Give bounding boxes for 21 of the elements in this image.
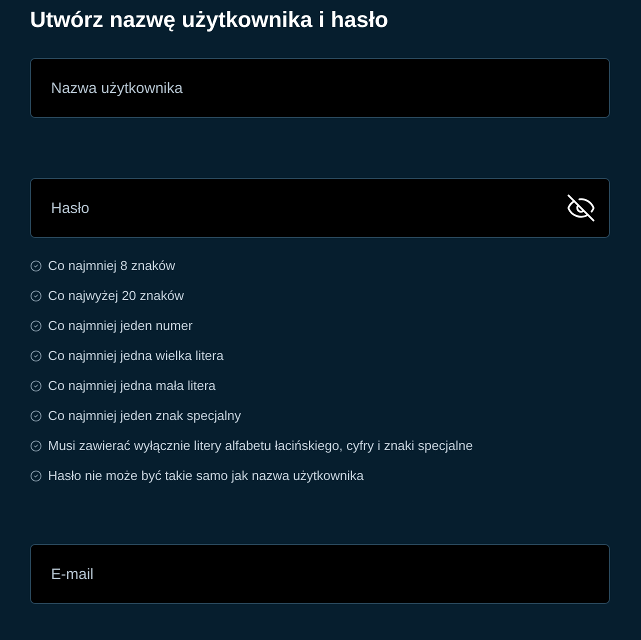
check-circle-icon: [30, 380, 42, 392]
password-rule: Co najwyżej 20 znaków: [48, 287, 184, 306]
hide-password-icon[interactable]: [566, 193, 596, 223]
password-rule: Co najmniej jeden numer: [48, 317, 193, 336]
username-field[interactable]: Nazwa użytkownika: [30, 58, 610, 118]
password-rule: Co najmniej jedna wielka litera: [48, 347, 224, 366]
check-circle-icon: [30, 290, 42, 302]
password-rule: Musi zawierać wyłącznie litery alfabetu łacińskiego, cyfry i znaki specjalne: [48, 437, 473, 456]
password-field[interactable]: Hasło: [30, 178, 610, 238]
password-rule: Co najmniej jeden znak specjalny: [48, 407, 241, 426]
check-circle-icon: [30, 350, 42, 362]
password-rule: Co najmniej jedna mała litera: [48, 377, 216, 396]
check-circle-icon: [30, 410, 42, 422]
password-rule: Hasło nie może być takie samo jak nazwa użytkownika: [48, 467, 364, 486]
page-title: Utwórz nazwę użytkownika i hasło: [30, 6, 390, 34]
check-circle-icon: [30, 260, 42, 272]
check-circle-icon: [30, 320, 42, 332]
check-circle-icon: [30, 470, 42, 482]
email-field[interactable]: E-mail: [30, 544, 610, 604]
password-rule: Co najmniej 8 znaków: [48, 257, 176, 276]
check-circle-icon: [30, 440, 42, 452]
